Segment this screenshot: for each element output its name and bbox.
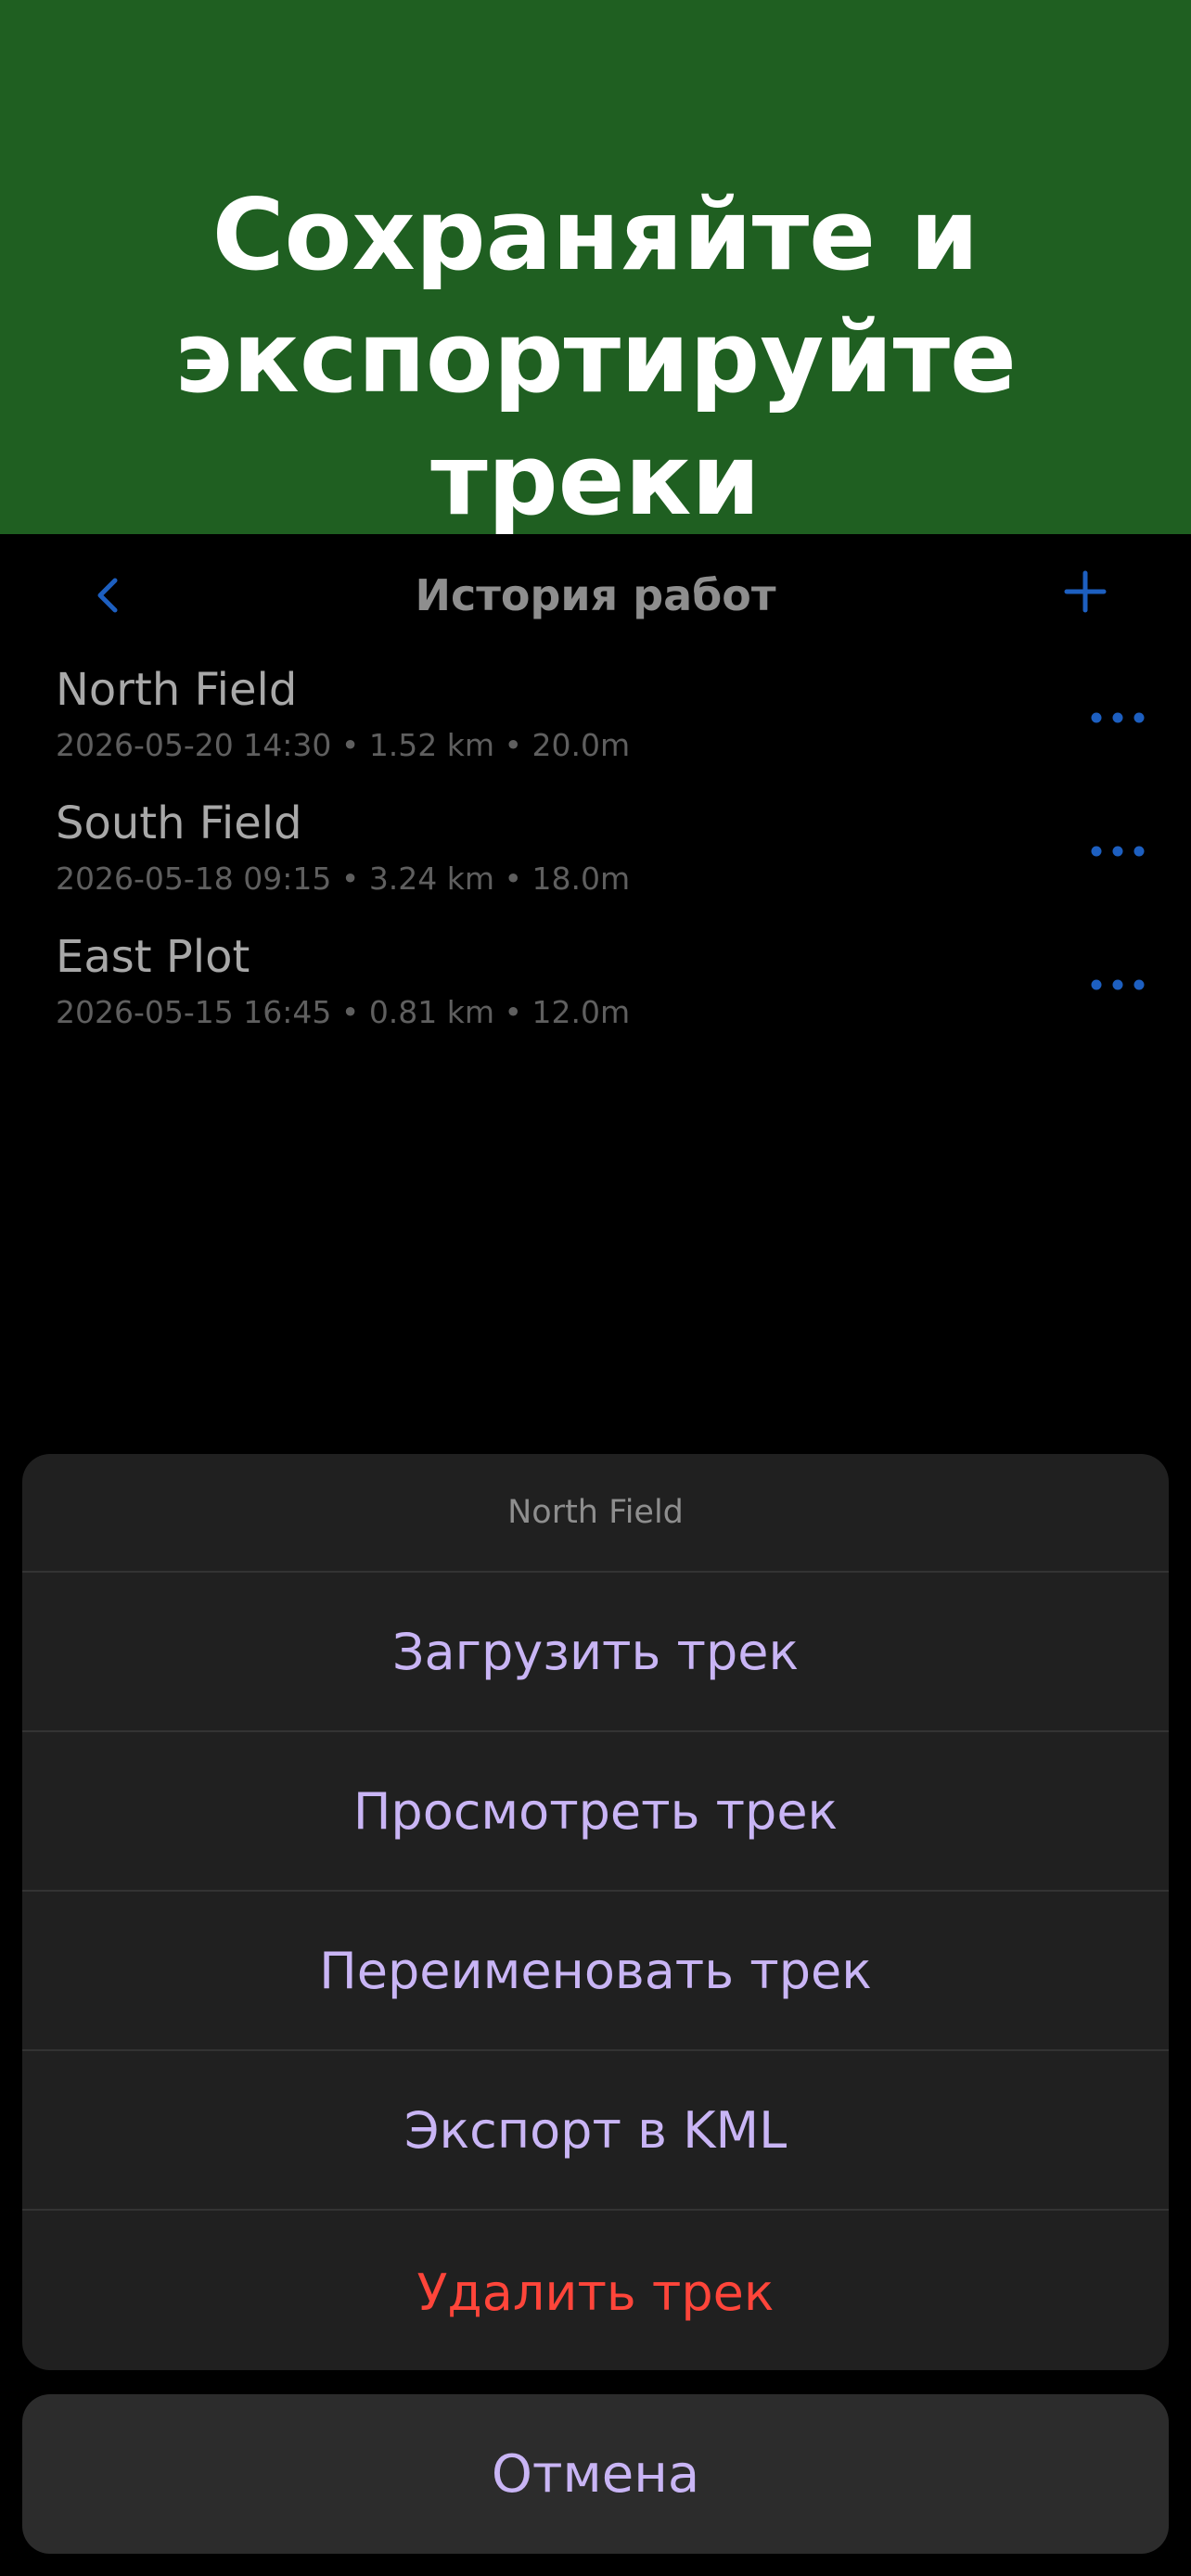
promo-title: Сохраняйте и экспортируйте треки	[174, 178, 1017, 537]
view-track-button[interactable]: Просмотреть трек	[22, 1732, 1169, 1892]
track-details: 2026-05-20 14:30 • 1.52 km • 20.0m	[56, 727, 631, 763]
track-details: 2026-05-18 09:15 • 3.24 km • 18.0m	[56, 861, 631, 897]
promo-banner: Сохраняйте и экспортируйте треки	[0, 0, 1191, 537]
more-button[interactable]	[1089, 974, 1146, 996]
export-kml-button[interactable]: Экспорт в KML	[22, 2051, 1169, 2211]
more-horizontal-icon	[1091, 979, 1145, 990]
plus-icon	[1064, 570, 1107, 613]
add-track-button[interactable]	[1057, 564, 1113, 619]
delete-track-button[interactable]: Удалить трек	[22, 2211, 1169, 2370]
more-button[interactable]	[1089, 707, 1146, 729]
more-button[interactable]	[1089, 840, 1146, 862]
rename-track-button[interactable]: Переименовать трек	[22, 1892, 1169, 2051]
track-name: North Field	[56, 664, 298, 716]
track-row[interactable]: North Field 2026-05-20 14:30 • 1.52 km •…	[0, 655, 1191, 788]
action-sheet-title: North Field	[22, 1454, 1169, 1573]
track-row[interactable]: South Field 2026-05-18 09:15 • 3.24 km •…	[0, 788, 1191, 922]
track-details: 2026-05-15 16:45 • 0.81 km • 12.0m	[56, 994, 631, 1030]
history-screen: История работ North Field 2026-05-20 14:…	[0, 534, 1191, 2576]
page-title: История работ	[415, 570, 776, 620]
track-row[interactable]: East Plot 2026-05-15 16:45 • 0.81 km • 1…	[0, 922, 1191, 1055]
track-name: East Plot	[56, 931, 250, 983]
cancel-button[interactable]: Отмена	[22, 2394, 1169, 2554]
more-horizontal-icon	[1091, 846, 1145, 857]
more-horizontal-icon	[1091, 712, 1145, 723]
track-name: South Field	[56, 797, 302, 849]
load-track-button[interactable]: Загрузить трек	[22, 1573, 1169, 1732]
action-sheet: North Field Загрузить трек Просмотреть т…	[22, 1454, 1169, 2370]
track-list: North Field 2026-05-20 14:30 • 1.52 km •…	[0, 655, 1191, 1055]
navigation-bar: История работ	[0, 534, 1191, 655]
